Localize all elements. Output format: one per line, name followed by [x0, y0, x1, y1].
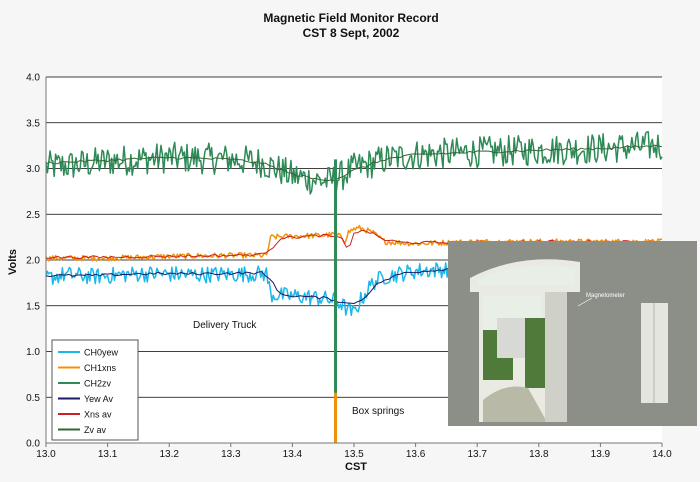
- y-tick-label-0: 0.0: [26, 439, 40, 450]
- x-tick-label-6: 13.6: [406, 449, 426, 460]
- y-tick-label-1: 0.5: [26, 393, 40, 404]
- legend: CH0yew CH1xns CH2zv Yew Av Xns av Zv av: [51, 339, 139, 441]
- annotation-delivery-truck: Delivery Truck: [193, 320, 257, 331]
- y-axis-label: Volts: [7, 249, 19, 275]
- y-tick-label-7: 3.5: [26, 118, 40, 129]
- chart-title: Magnetic Field Monitor Record: [263, 11, 438, 25]
- legend-label-2: CH2zv: [84, 379, 112, 389]
- y-tick-label-8: 4.0: [26, 73, 40, 84]
- y-tick-label-5: 2.5: [26, 210, 40, 221]
- x-tick-label-10: 14.0: [652, 449, 672, 460]
- x-tick-label-4: 13.4: [283, 449, 303, 460]
- legend-label-4: Xns av: [84, 410, 112, 420]
- x-tick-label-2: 13.2: [159, 449, 179, 460]
- photo-outdoor-foliage-right: [525, 318, 547, 388]
- x-tick-label-7: 13.7: [467, 449, 487, 460]
- magnetic-field-chart: Magnetic Field Monitor Record CST 8 Sept…: [0, 0, 700, 477]
- photo-open-door: [545, 292, 567, 422]
- y-tick-label-3: 1.5: [26, 301, 40, 312]
- photo-magnetometer-label: Magnetometer: [586, 293, 625, 299]
- x-axis-label: CST: [345, 461, 367, 473]
- chart-subtitle: CST 8 Sept, 2002: [303, 26, 400, 40]
- legend-label-1: CH1xns: [84, 363, 117, 373]
- y-tick-label-6: 3.0: [26, 164, 40, 175]
- inset-photo: Magnetometer: [448, 241, 697, 426]
- x-tick-label-5: 13.5: [344, 449, 364, 460]
- y-tick-label-4: 2.0: [26, 256, 40, 267]
- chart-svg: Magnetic Field Monitor Record CST 8 Sept…: [7, 11, 697, 473]
- x-tick-label-8: 13.8: [529, 449, 549, 460]
- x-tick-label-3: 13.3: [221, 449, 241, 460]
- y-tick-labels: 0.0 0.5 1.0 1.5 2.0 2.5 3.0 3.5 4.0: [26, 73, 40, 450]
- photo-truck: [497, 318, 525, 358]
- legend-label-3: Yew Av: [84, 394, 114, 404]
- legend-label-5: Zv av: [84, 425, 107, 435]
- legend-label-0: CH0yew: [84, 348, 119, 358]
- x-tick-label-9: 13.9: [591, 449, 611, 460]
- x-tick-label-0: 13.0: [36, 449, 56, 460]
- x-tick-label-1: 13.1: [98, 449, 118, 460]
- annotation-box-springs: Box springs: [352, 406, 404, 417]
- x-tick-labels: 13.0 13.1 13.2 13.3 13.4 13.5 13.6 13.7 13.8 13.9…: [36, 443, 672, 460]
- y-tick-label-2: 1.0: [26, 347, 40, 358]
